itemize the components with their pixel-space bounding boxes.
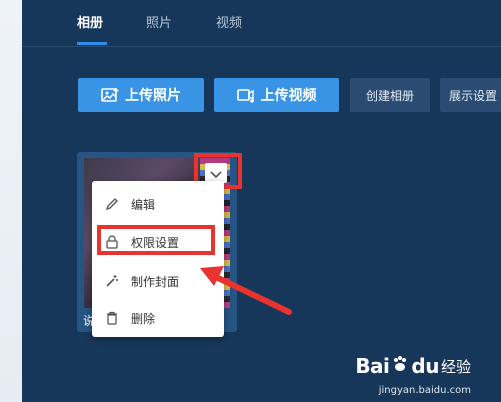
create-album-button[interactable]: 创建相册 (350, 78, 430, 112)
watermark-url: jingyan.baidu.com (378, 385, 471, 396)
tab-bar: 相册 照片 视频 (22, 0, 501, 47)
menu-item-label: 编辑 (131, 197, 156, 212)
left-strip (0, 0, 22, 402)
display-settings-button[interactable]: 展示设置 (440, 78, 501, 112)
menu-item-label: 制作封面 (131, 274, 180, 289)
watermark-logo-suffix: du (411, 354, 439, 378)
wand-icon (105, 274, 119, 288)
annotation-arrow (200, 266, 292, 315)
menu-item-edit[interactable]: 编辑 (92, 189, 224, 219)
active-tab-underline (77, 42, 107, 45)
menu-item-label: 删除 (131, 311, 156, 326)
tab-albums[interactable]: 相册 (77, 12, 103, 31)
video-upload-icon (236, 87, 255, 103)
pencil-icon (105, 197, 119, 211)
baidu-watermark: Bai du 经验 (355, 354, 471, 378)
watermark-logo: Bai (355, 354, 390, 378)
annotation-highlight-permissions (97, 225, 215, 255)
upload-photo-label: 上传照片 (125, 88, 181, 104)
watermark-text: 经验 (440, 357, 471, 376)
upload-video-label: 上传视频 (260, 88, 317, 104)
trash-icon (105, 311, 119, 325)
paw-icon (391, 355, 409, 377)
image-upload-icon (101, 87, 119, 103)
tab-videos[interactable]: 视频 (216, 12, 242, 31)
upload-photo-button[interactable]: 上传照片 (78, 78, 204, 112)
upload-video-button[interactable]: 上传视频 (214, 78, 339, 112)
tab-photos[interactable]: 照片 (146, 12, 172, 31)
